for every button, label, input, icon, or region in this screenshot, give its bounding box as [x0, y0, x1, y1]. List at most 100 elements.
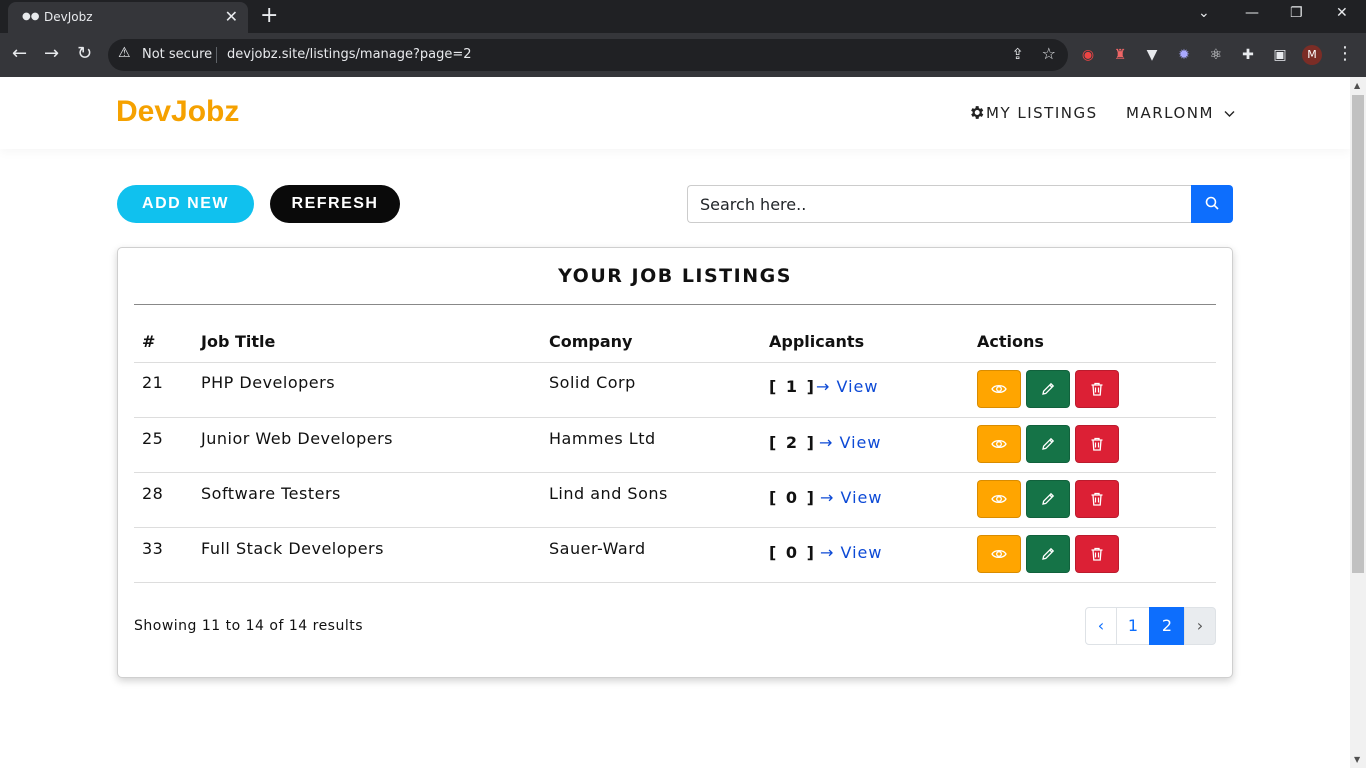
user-menu-dropdown[interactable]: MARLONM: [1126, 104, 1235, 122]
tab-close-icon[interactable]: ✕: [225, 7, 238, 26]
column-header-company: Company: [549, 332, 633, 351]
tab-search-icon[interactable]: ⌄: [1198, 5, 1210, 21]
row-company: Solid Corp: [549, 373, 636, 392]
reload-icon[interactable]: ↻: [77, 43, 92, 65]
eye-icon: [991, 494, 1007, 504]
window-close-icon[interactable]: ✕: [1336, 5, 1348, 21]
edit-listing-button[interactable]: [1026, 425, 1070, 463]
page-content: DevJobz MY LISTINGS MARLONM ADD NEW REFR…: [0, 77, 1350, 768]
view-listing-button[interactable]: [977, 370, 1021, 408]
view-listing-button[interactable]: [977, 535, 1021, 573]
eye-icon: [991, 549, 1007, 559]
address-bar[interactable]: ⚠ Not secure devjobz.site/listings/manag…: [108, 39, 1068, 71]
tab-title: DevJobz: [44, 10, 93, 24]
share-icon[interactable]: ⇪: [1011, 45, 1024, 63]
nav-my-listings[interactable]: MY LISTINGS: [968, 104, 1098, 122]
row-applicant-count: [ 0 ]: [769, 488, 816, 507]
column-header-number: #: [142, 332, 156, 351]
row-divider: [134, 472, 1216, 473]
row-company: Lind and Sons: [549, 484, 668, 503]
row-id: 28: [142, 484, 164, 503]
color-extension-icon[interactable]: ◉: [1079, 46, 1097, 64]
minimize-icon[interactable]: —: [1245, 5, 1259, 21]
search-button[interactable]: [1191, 185, 1233, 223]
vue-extension-icon[interactable]: ▼: [1143, 46, 1161, 64]
forward-icon[interactable]: →: [44, 43, 59, 65]
restore-icon[interactable]: ❐: [1290, 5, 1303, 21]
browser-tab[interactable]: ●● DevJobz ✕: [8, 2, 248, 33]
row-applicant-count: [ 1 ]: [769, 377, 816, 396]
pencil-icon: [1042, 382, 1055, 395]
browser-menu-icon[interactable]: ⋮: [1336, 43, 1354, 64]
lighthouse-extension-icon[interactable]: ♜: [1111, 46, 1129, 64]
column-header-job-title: Job Title: [201, 332, 276, 351]
row-job-title: Junior Web Developers: [201, 429, 393, 448]
search-input[interactable]: [687, 185, 1192, 223]
new-tab-icon[interactable]: +: [260, 4, 278, 28]
row-applicant-count: [ 0 ]: [769, 543, 816, 562]
view-applicants-link[interactable]: → View: [820, 488, 882, 507]
trash-icon: [1091, 547, 1103, 561]
edit-listing-button[interactable]: [1026, 370, 1070, 408]
user-menu-label: MARLONM: [1126, 104, 1214, 122]
delete-listing-button[interactable]: [1075, 480, 1119, 518]
browser-toolbar: ← → ↻ ⚠ Not secure devjobz.site/listings…: [0, 33, 1366, 77]
site-favicon-icon: ●●: [22, 11, 40, 22]
view-applicants-link[interactable]: → View: [820, 543, 882, 562]
pencil-icon: [1042, 437, 1055, 450]
delete-listing-button[interactable]: [1075, 425, 1119, 463]
view-link-label: View: [840, 543, 883, 562]
pencil-icon: [1042, 547, 1055, 560]
add-new-button[interactable]: ADD NEW: [117, 185, 254, 223]
scroll-up-icon[interactable]: ▲: [1354, 81, 1360, 90]
trash-icon: [1091, 437, 1103, 451]
profile-avatar[interactable]: M: [1302, 45, 1322, 65]
page-scrollbar[interactable]: ▲ ▼: [1350, 77, 1366, 768]
card-title: YOUR JOB LISTINGS: [558, 265, 792, 287]
side-panel-icon[interactable]: ▣: [1271, 46, 1289, 64]
edit-listing-button[interactable]: [1026, 535, 1070, 573]
row-id: 33: [142, 539, 164, 558]
refresh-button[interactable]: REFRESH: [270, 185, 400, 223]
edit-listing-button[interactable]: [1026, 480, 1070, 518]
gear-icon: [971, 106, 984, 119]
delete-listing-button[interactable]: [1075, 370, 1119, 408]
gear-extension-icon[interactable]: ✹: [1175, 46, 1193, 64]
delete-listing-button[interactable]: [1075, 535, 1119, 573]
view-listing-button[interactable]: [977, 480, 1021, 518]
row-divider: [134, 527, 1216, 528]
pagination-page-1[interactable]: 1: [1116, 607, 1150, 645]
view-link-label: View: [839, 433, 882, 452]
row-job-title: Software Testers: [201, 484, 341, 503]
view-listing-button[interactable]: [977, 425, 1021, 463]
pagination-next[interactable]: ›: [1184, 607, 1216, 645]
job-listings-card: YOUR JOB LISTINGS # Job Title Company Ap…: [117, 247, 1233, 678]
row-job-title: Full Stack Developers: [201, 539, 384, 558]
view-applicants-link[interactable]: → View: [816, 377, 878, 396]
extensions-puzzle-icon[interactable]: ✚: [1239, 46, 1257, 64]
view-applicants-link[interactable]: → View: [819, 433, 881, 452]
back-icon[interactable]: ←: [12, 43, 27, 65]
security-status[interactable]: Not secure: [142, 47, 212, 62]
react-extension-icon[interactable]: ⚛: [1207, 46, 1225, 64]
url-text[interactable]: devjobz.site/listings/manage?page=2: [227, 47, 472, 62]
chevron-down-icon: [1224, 111, 1235, 117]
row-company: Sauer-Ward: [549, 539, 646, 558]
row-id: 25: [142, 429, 164, 448]
view-link-label: View: [840, 488, 883, 507]
nav-my-listings-label: MY LISTINGS: [986, 104, 1098, 122]
eye-icon: [991, 384, 1007, 394]
bookmark-star-icon[interactable]: ☆: [1042, 44, 1056, 63]
pagination-prev[interactable]: ‹: [1085, 607, 1117, 645]
pencil-icon: [1042, 492, 1055, 505]
scroll-down-icon[interactable]: ▼: [1354, 755, 1360, 764]
row-job-title: PHP Developers: [201, 373, 336, 392]
header-divider: [134, 362, 1216, 363]
scrollbar-thumb[interactable]: [1352, 95, 1364, 573]
column-header-actions: Actions: [977, 332, 1044, 351]
pagination-page-2[interactable]: 2: [1149, 607, 1185, 645]
results-summary: Showing 11 to 14 of 14 results: [134, 618, 364, 634]
view-link-label: View: [836, 377, 879, 396]
site-logo[interactable]: DevJobz: [116, 95, 239, 129]
site-header: DevJobz MY LISTINGS MARLONM: [0, 77, 1350, 149]
